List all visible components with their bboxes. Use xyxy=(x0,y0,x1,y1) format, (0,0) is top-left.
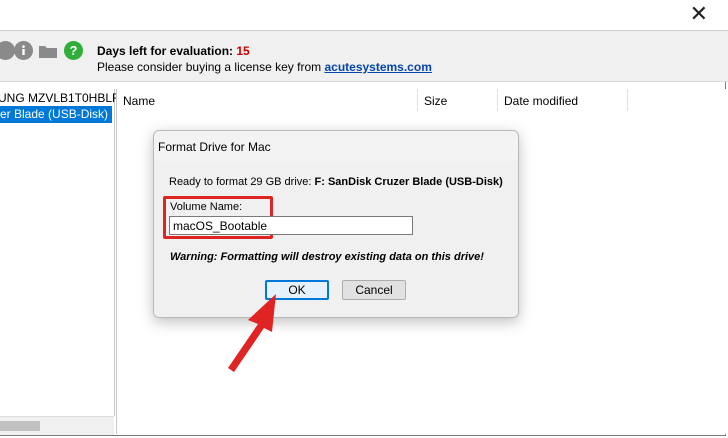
volume-name-input[interactable] xyxy=(169,216,413,235)
volume-name-label: Volume Name: xyxy=(170,201,243,213)
tree-scrollbar[interactable] xyxy=(0,416,114,435)
help-icon[interactable]: ? xyxy=(64,41,83,60)
license-text: Please consider buying a license key fro… xyxy=(97,60,322,74)
title-bar: ✕ xyxy=(0,0,728,31)
format-drive-dialog: Format Drive for Mac Ready to format 29 … xyxy=(153,130,519,318)
column-header-size[interactable]: Size xyxy=(418,89,498,111)
tree-item-internal-drive[interactable]: UNG MZVLB1T0HBLR-( xyxy=(0,90,129,107)
evaluation-notice: Days left for evaluation: 15 xyxy=(97,44,250,58)
ready-message: Ready to format 29 GB drive: F: SanDisk … xyxy=(169,176,503,188)
tree-item-label: UNG MZVLB1T0HBLR-( xyxy=(0,91,129,105)
ready-drive: F: SanDisk Cruzer Blade (USB-Disk) xyxy=(314,176,503,188)
info-icon[interactable] xyxy=(14,41,33,60)
pointer-arrow-icon xyxy=(228,294,276,372)
toolbar: ? Days left for evaluation: 15 Please co… xyxy=(0,31,728,82)
tree-item-usb-drive[interactable]: er Blade (USB-Disk) xyxy=(0,106,113,123)
cancel-button[interactable]: Cancel xyxy=(342,280,406,300)
close-icon[interactable]: ✕ xyxy=(690,2,708,26)
license-notice: Please consider buying a license key fro… xyxy=(97,60,432,74)
tree-item-label: er Blade (USB-Disk) xyxy=(0,107,109,121)
dialog-title-bar: Format Drive for Mac xyxy=(154,131,518,161)
scrollbar-thumb[interactable] xyxy=(0,421,40,431)
days-left-value: 15 xyxy=(236,44,250,58)
folder-icon[interactable] xyxy=(38,41,57,60)
dialog-body: Ready to format 29 GB drive: F: SanDisk … xyxy=(154,161,518,317)
column-header-name[interactable]: Name xyxy=(117,89,418,111)
column-header-date-modified[interactable]: Date modified xyxy=(498,89,628,111)
svg-text:?: ? xyxy=(70,43,78,58)
ready-prefix: Ready to format 29 GB drive: xyxy=(169,176,312,188)
drive-tree: UNG MZVLB1T0HBLR-( er Blade (USB-Disk) xyxy=(0,89,129,416)
tools-icon[interactable] xyxy=(0,41,15,60)
license-link[interactable]: acutesystems.com xyxy=(324,60,431,74)
dialog-title: Format Drive for Mac xyxy=(158,140,271,154)
warning-message: Warning: Formatting will destroy existin… xyxy=(170,251,484,263)
days-left-label: Days left for evaluation: xyxy=(97,44,234,58)
